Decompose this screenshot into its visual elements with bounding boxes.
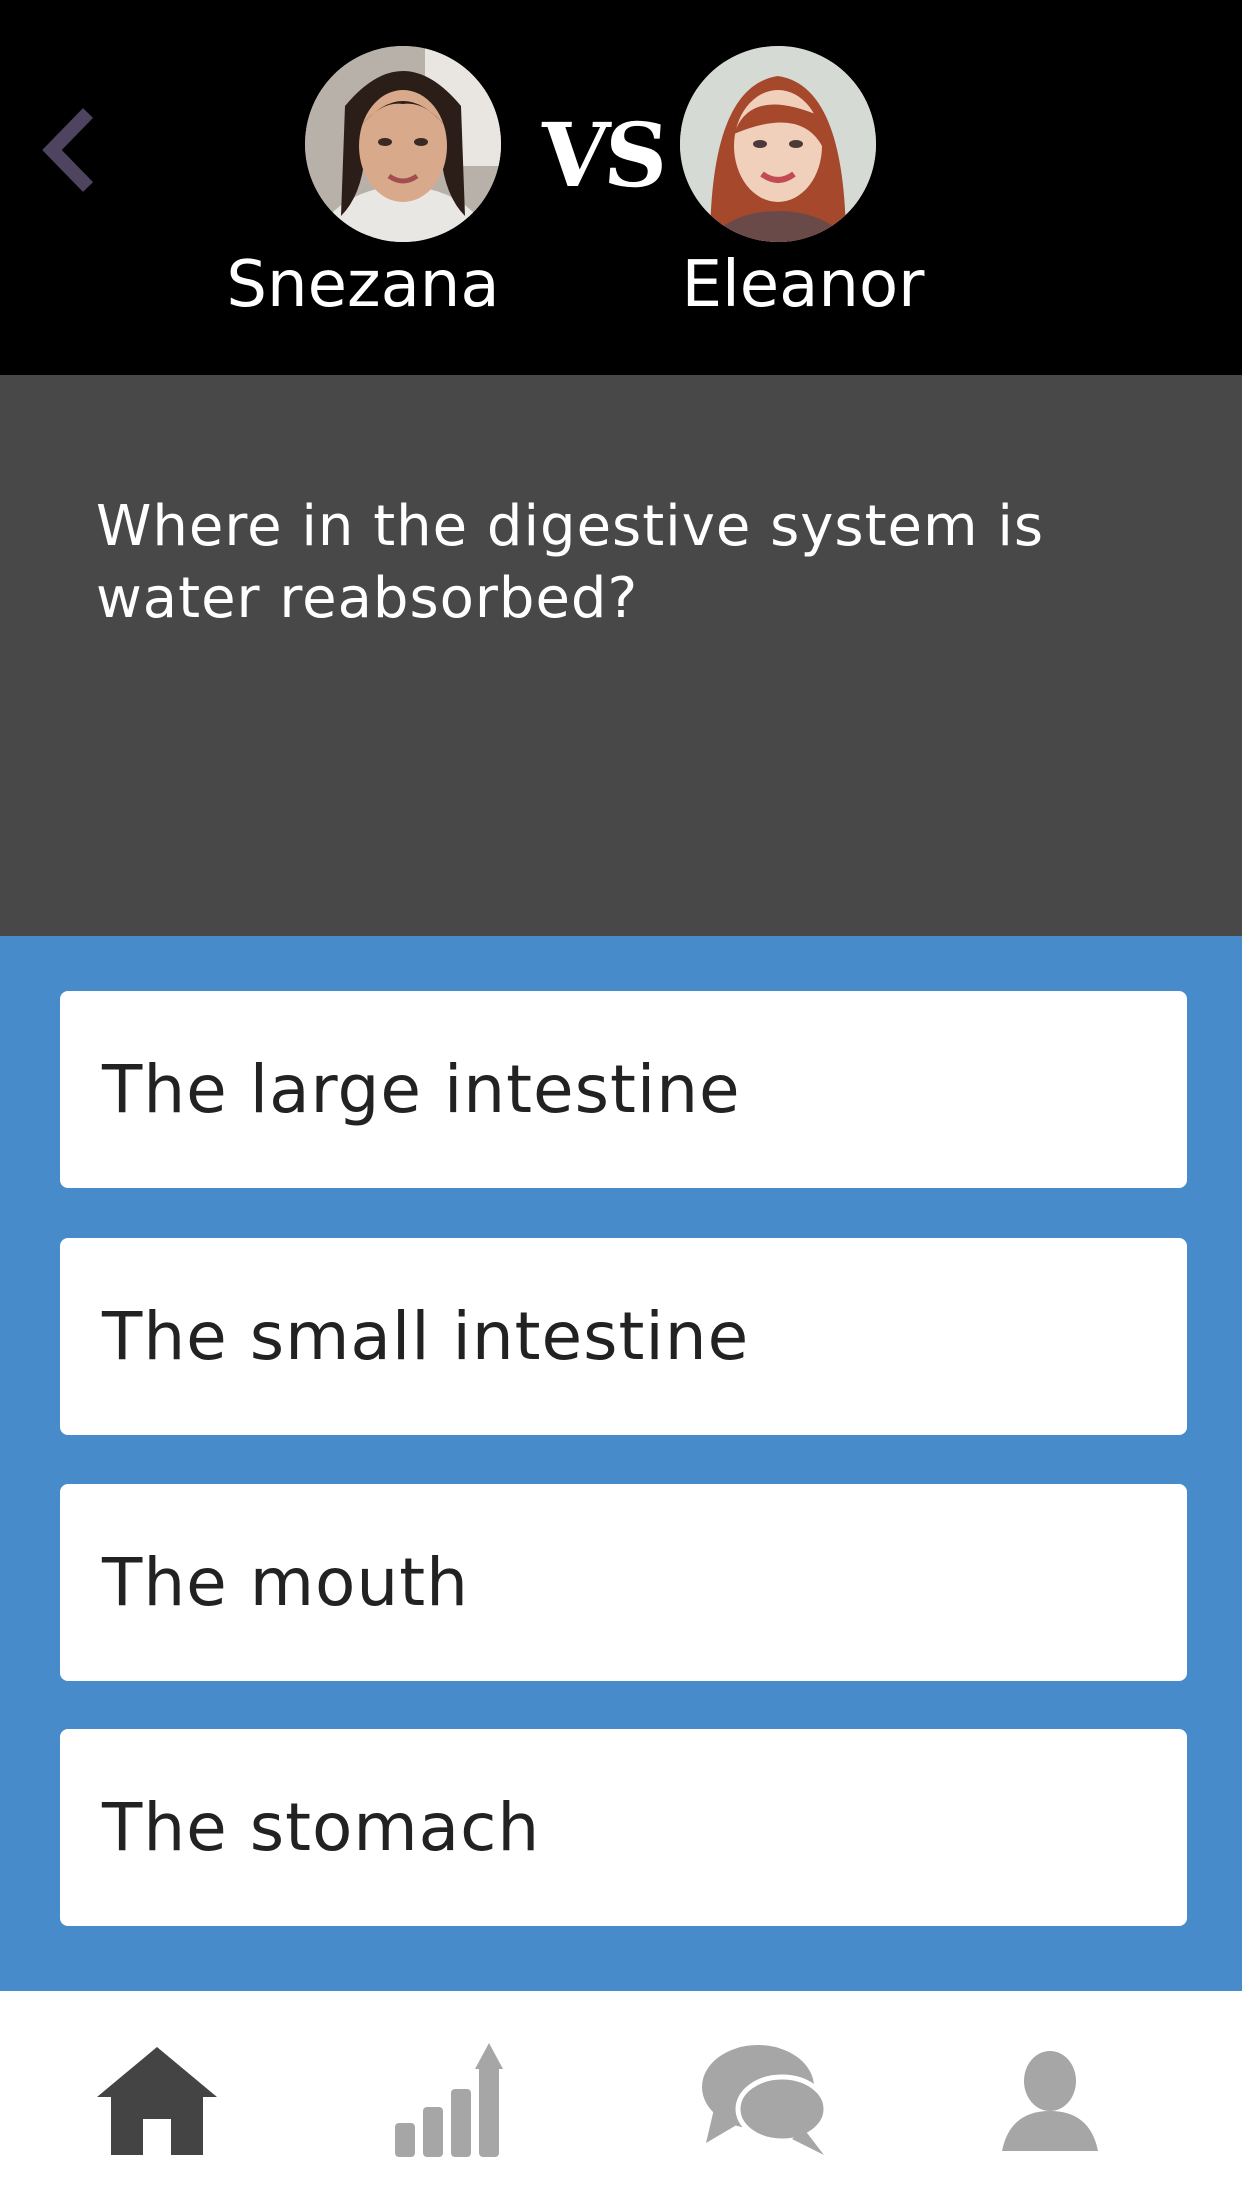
answer-option[interactable]: The large intestine [60,991,1187,1188]
bottom-nav [0,1991,1242,2208]
answer-list: The large intestine The small intestine … [0,936,1242,1991]
back-button[interactable] [30,95,110,205]
answer-label: The stomach [102,1789,541,1866]
chevron-left-icon [42,108,94,192]
profile-icon [1002,2051,1098,2151]
answer-option[interactable]: The small intestine [60,1238,1187,1435]
player1-name: Snezana [226,248,500,322]
answer-label: The small intestine [102,1298,750,1375]
answer-label: The large intestine [102,1051,741,1128]
player1-avatar [305,46,501,242]
chat-icon [702,2045,829,2155]
nav-chat[interactable] [690,2031,840,2171]
question-text: Where in the digestive system is water r… [96,494,1045,631]
match-header: VS Snezana Eleanor [0,0,1242,375]
question-panel: Where in the digestive system is water r… [0,375,1242,936]
player2-avatar [680,46,876,242]
stats-icon [395,2043,503,2157]
answer-option[interactable]: The mouth [60,1484,1187,1681]
player2-name: Eleanor [681,248,925,322]
nav-home[interactable] [82,2031,232,2171]
answer-option[interactable]: The stomach [60,1729,1187,1926]
versus-label: VS [536,103,668,207]
nav-profile[interactable] [975,2031,1125,2171]
home-icon [97,2047,217,2155]
nav-stats[interactable] [374,2031,524,2171]
answer-label: The mouth [102,1544,469,1621]
